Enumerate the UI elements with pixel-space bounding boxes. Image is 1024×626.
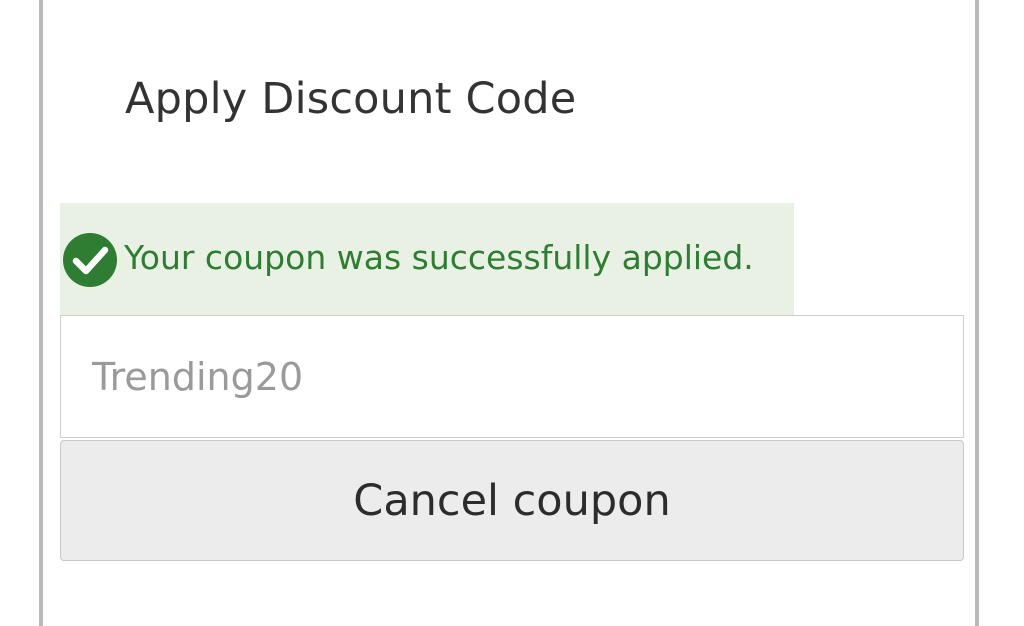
check-circle-icon: [63, 233, 117, 287]
cancel-coupon-button[interactable]: Cancel coupon: [60, 440, 964, 561]
discount-section-title: Apply Discount Code: [125, 74, 577, 124]
coupon-success-text: Your coupon was successfully applied.: [124, 238, 754, 277]
coupon-success-message: Your coupon was successfully applied.: [60, 203, 794, 315]
coupon-code-input[interactable]: [60, 315, 964, 438]
